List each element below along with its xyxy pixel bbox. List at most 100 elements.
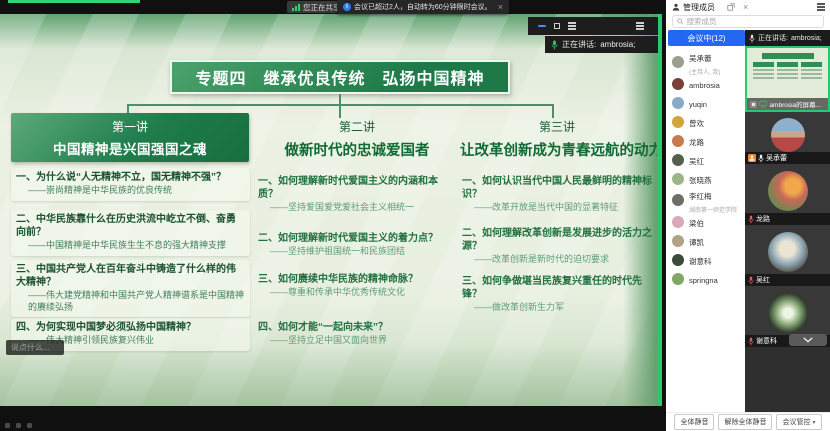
collapse-strip-button[interactable] <box>789 334 827 346</box>
column3-header-line1: 第三讲 <box>460 118 654 135</box>
meeting-limit-toast: 会议已超过2人，自动转为60分钟限时会议。 × <box>337 0 509 14</box>
avatar <box>672 173 684 185</box>
share-border-top <box>8 0 140 3</box>
participant-name: yuqin <box>689 100 707 109</box>
column1-header-line1: 第一讲 <box>11 118 249 135</box>
answer-text: ——中国精神是中华民族生生不息的强大精神支撑 <box>16 240 245 252</box>
column2-item: 一、如何理解新时代爱国主义的内涵和本质？ ——坚持爱国爱党爱社会主义相统一 <box>258 175 456 214</box>
question-text: 二、如何理解改革创新是发展进步的活力之源？ <box>462 227 654 253</box>
popout-icon[interactable] <box>727 3 735 11</box>
tab-in-meeting[interactable]: 会议中(12) <box>668 30 745 46</box>
answer-text: ——崇尚精神是中华民族的优良传统 <box>16 185 245 197</box>
avatar <box>672 273 684 285</box>
avatar <box>672 56 684 68</box>
video-tile[interactable]: 谢意科 <box>745 286 830 347</box>
column2-header-line2: 做新时代的忠诚爱国者 <box>258 139 456 160</box>
participant-row[interactable]: 曾欢 <box>666 112 745 131</box>
column3-item: 三、如何争做堪当民族复兴重任的时代先锋？ ——做改革创新生力军 <box>462 275 654 314</box>
tab-row: 会议中(12) 正在讲话: ambrosia; <box>666 30 830 46</box>
meeting-control-button[interactable]: 会议管控 ▾ <box>776 414 821 430</box>
tile-name: 龙路 <box>756 214 770 224</box>
tile-name: 谢意科 <box>756 336 777 346</box>
participant-row[interactable]: 谭凯 <box>666 231 745 250</box>
microphone-icon <box>758 154 764 163</box>
video-tile-host[interactable]: 吴承蕾 <box>745 112 830 164</box>
answer-text: ——坚持立足中国又面向世界 <box>258 335 456 347</box>
question-text: 四、如何才能“一起向未来”？ <box>258 321 456 334</box>
presentation-slide: 专题四 继承优良传统 弘扬中国精神 第一讲 中国精神是兴国强国之魂 一、为什么说… <box>0 14 657 406</box>
participant-row[interactable]: 吴承蕾 (主持人, 我) <box>666 50 745 74</box>
mute-all-button[interactable]: 全体静音 <box>674 414 714 430</box>
speaking-label: 正在讲话: <box>562 39 596 50</box>
participant-row[interactable]: 李红梅 湖南第一师范学院 <box>666 188 745 212</box>
slide-bottom-gradient <box>0 342 657 406</box>
meeting-window: 您正在共享 会议已超过2人，自动转为60分钟限时会议。 × 正在讲话: ambr… <box>0 0 830 431</box>
avatar <box>672 154 684 166</box>
host-tile-label: 吴承蕾 <box>745 152 830 164</box>
answer-text: ——改革开放是当代中国的显著特征 <box>462 202 654 214</box>
video-tile[interactable]: 龙路 <box>745 164 830 225</box>
participant-row[interactable]: yuqin <box>666 93 745 112</box>
more-menu-icon[interactable] <box>817 6 825 8</box>
participant-row[interactable]: ambrosia <box>666 74 745 93</box>
column3-header: 第三讲 让改革创新成为青春远航的动力 <box>460 118 654 160</box>
participant-row[interactable]: 龙路 <box>666 131 745 150</box>
column3-item: 二、如何理解改革创新是发展进步的活力之源？ ——改革创新是新时代的迫切要求 <box>462 227 654 266</box>
participant-row[interactable]: 吴红 <box>666 150 745 169</box>
participant-name: springna <box>689 276 718 285</box>
participant-row[interactable]: 梁伯 <box>666 212 745 231</box>
preview-title-bar <box>762 53 814 59</box>
question-text: 三、如何争做堪当民族复兴重任的时代先锋？ <box>462 275 654 301</box>
tile-label: 龙路 <box>745 213 830 225</box>
avatar <box>672 194 684 206</box>
connector-line <box>339 94 341 104</box>
column2-header-line1: 第二讲 <box>258 118 456 135</box>
strip-speaking-bar: 正在讲话: ambrosia; <box>745 30 830 46</box>
toast-close-icon[interactable]: × <box>498 3 503 12</box>
video-tile[interactable]: 吴红 <box>745 225 830 286</box>
strip-filler <box>745 347 830 412</box>
microphone-muted-icon <box>748 276 754 285</box>
question-text: 四、为何实现中国梦必须弘扬中国精神？ <box>16 321 245 334</box>
video-strip: ambrosia的屏幕共享 吴承蕾 <box>745 46 830 412</box>
speaking-name: ambrosia; <box>791 35 822 42</box>
member-panel-title: 管理成员 <box>683 2 715 13</box>
screen-share-preview-tile[interactable]: ambrosia的屏幕共享 <box>745 46 830 112</box>
participant-avatar <box>768 293 808 333</box>
person-icon <box>672 3 680 11</box>
answer-text: ——改革创新是新时代的迫切要求 <box>462 254 654 266</box>
participant-name: 谢意科 <box>689 257 712 266</box>
tile-label: 吴红 <box>745 274 830 286</box>
answer-text: ——伟大建党精神和中国共产党人精神谱系是中国精神的赓续弘扬 <box>16 290 245 313</box>
column2-item: 四、如何才能“一起向未来”？ ——坚持立足中国又面向世界 <box>258 321 456 347</box>
minimize-icon[interactable] <box>538 25 546 27</box>
question-text: 一、如何理解新时代爱国主义的内涵和本质？ <box>258 175 456 201</box>
close-icon[interactable]: × <box>743 3 748 12</box>
participant-name: 龙路 <box>689 138 704 147</box>
column1-item: 二、中华民族靠什么在历史洪流中屹立不倒、奋勇向前？ ——中国精神是中华民族生生不… <box>11 210 250 256</box>
chat-input[interactable]: 说点什么... <box>6 340 64 355</box>
list-menu-icon[interactable] <box>636 25 644 27</box>
search-box[interactable] <box>672 15 824 28</box>
search-input[interactable] <box>687 17 819 26</box>
taskbar-icons <box>5 423 32 428</box>
column1-header-line2: 中国精神是兴国强国之魂 <box>11 138 249 158</box>
speaking-label: 正在讲话: <box>758 33 788 43</box>
caret-down-icon: ▾ <box>812 419 815 426</box>
microphone-icon <box>749 34 755 43</box>
member-panel-body: 吴承蕾 (主持人, 我) ambrosia yuqin 曾欢 龙路 <box>666 46 830 412</box>
sharing-status-text: 您正在共享 <box>303 2 341 13</box>
connector-line <box>552 104 554 118</box>
member-panel: 管理成员 × 会议中(12) 正在讲话: <box>666 0 830 431</box>
column2-header: 第二讲 做新时代的忠诚爱国者 <box>258 118 456 160</box>
host-avatar <box>771 118 805 152</box>
menu-icon[interactable] <box>568 25 576 27</box>
unmute-all-button[interactable]: 解除全体静音 <box>718 414 772 430</box>
participant-row[interactable]: springna <box>666 269 745 288</box>
column3-item: 一、如何认识当代中国人民最鲜明的精神标识？ ——改革开放是当代中国的显著特征 <box>462 175 654 214</box>
maximize-icon[interactable] <box>554 23 560 29</box>
share-border-right <box>657 14 662 406</box>
avatar <box>672 116 684 128</box>
participant-row[interactable]: 谢意科 <box>666 250 745 269</box>
avatar <box>672 78 684 90</box>
